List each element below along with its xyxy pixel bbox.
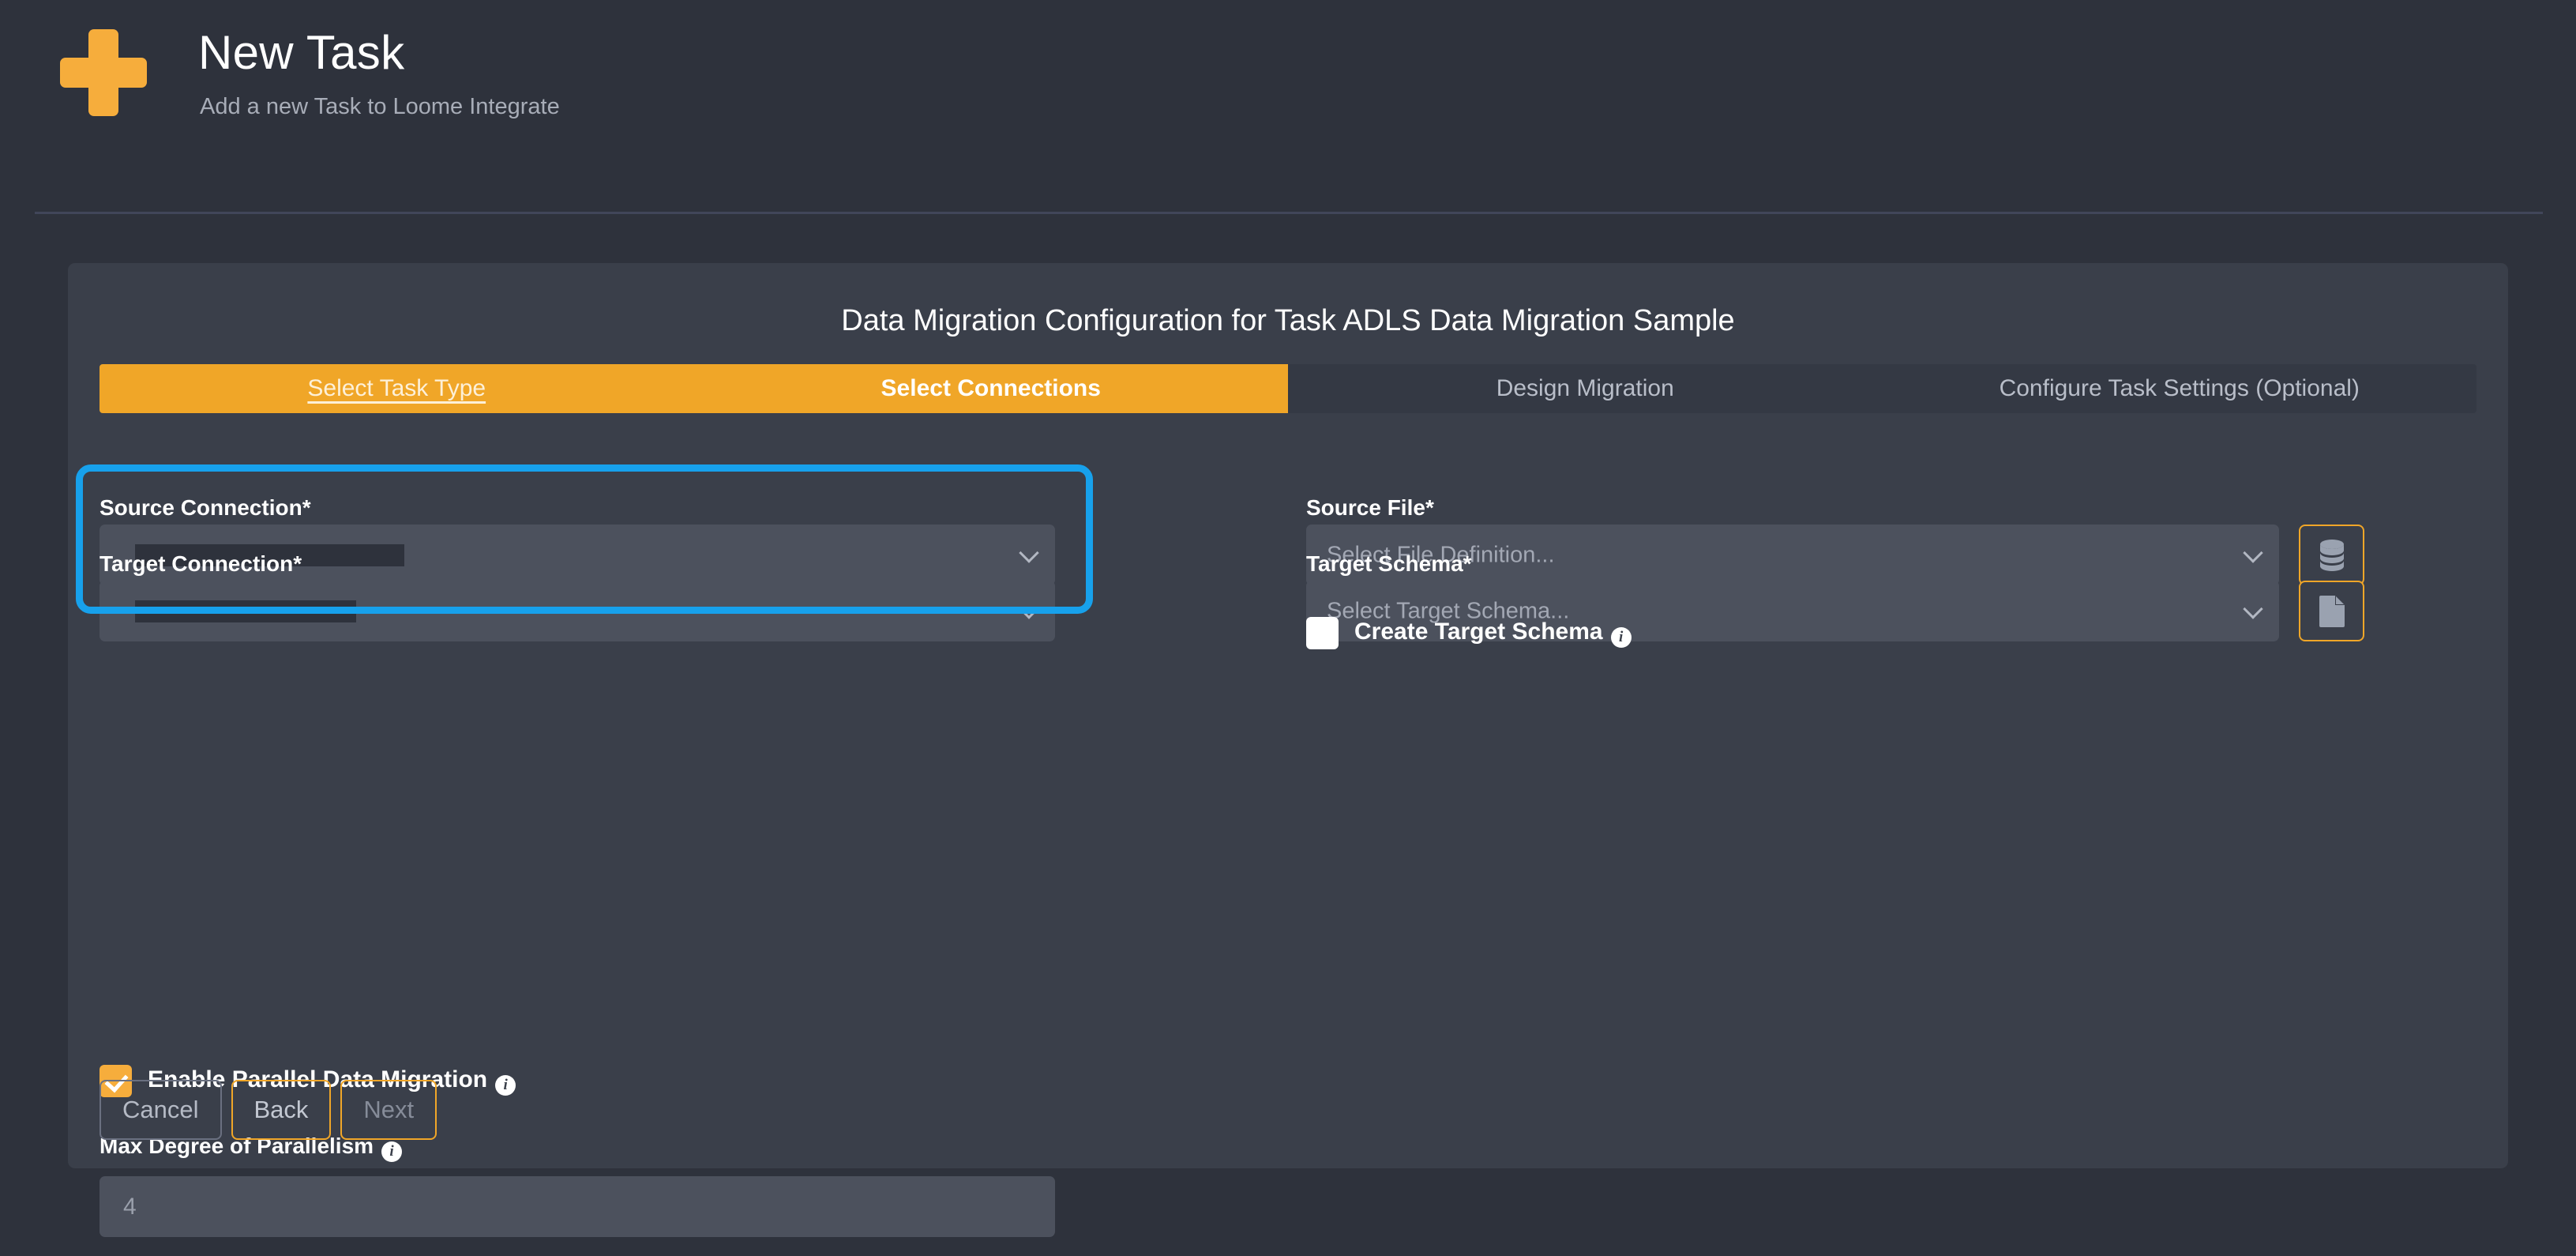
tab-select-task-type-label: Select Task Type [307, 375, 486, 401]
target-schema-browse-button[interactable] [2299, 581, 2364, 641]
tab-configure-task-settings-label: Configure Task Settings (Optional) [1999, 375, 2360, 401]
tab-design-migration[interactable]: Design Migration [1288, 364, 1883, 413]
create-target-schema-text: Create Target Schema [1354, 619, 1603, 645]
tab-select-connections[interactable]: Select Connections [693, 364, 1288, 413]
page-title: New Task [198, 26, 405, 79]
chevron-down-icon [1019, 542, 1039, 563]
source-connection-label: Source Connection* [100, 495, 311, 520]
create-target-schema-row[interactable]: Create Target Schema i [1306, 617, 1632, 649]
tab-configure-task-settings[interactable]: Configure Task Settings (Optional) [1882, 364, 2476, 413]
create-target-schema-checkbox[interactable] [1306, 617, 1339, 649]
info-icon[interactable]: i [495, 1075, 516, 1096]
tab-select-task-type[interactable]: Select Task Type [100, 364, 694, 413]
back-button[interactable]: Back [231, 1080, 332, 1140]
info-icon[interactable]: i [1610, 627, 1632, 648]
card-title: Data Migration Configuration for Task AD… [841, 304, 1735, 337]
plus-icon [60, 29, 147, 116]
target-connection-select[interactable] [100, 581, 1055, 641]
source-file-browse-button[interactable] [2299, 525, 2364, 585]
step-tabs: Select Task Type Select Connections Desi… [100, 364, 2476, 413]
chevron-down-icon [2243, 598, 2263, 619]
database-icon [2319, 539, 2344, 571]
target-connection-label: Target Connection* [100, 551, 302, 576]
chevron-down-icon [2243, 542, 2263, 563]
tab-design-migration-label: Design Migration [1496, 375, 1674, 401]
target-schema-label: Target Schema* [1306, 551, 1472, 576]
create-target-schema-label: Create Target Schema i [1354, 619, 1632, 648]
info-icon[interactable]: i [381, 1141, 403, 1162]
chevron-down-icon [1019, 598, 1039, 619]
configuration-card: Data Migration Configuration for Task AD… [68, 263, 2508, 1237]
tab-select-connections-label: Select Connections [881, 375, 1101, 401]
next-button[interactable]: Next [340, 1080, 437, 1140]
cancel-button[interactable]: Cancel [100, 1080, 222, 1140]
target-connection-redacted-value [135, 600, 356, 622]
max-degree-of-parallelism-value: 4 [123, 1193, 137, 1220]
page-subtitle: Add a new Task to Loome Integrate [200, 94, 560, 119]
footer-buttons: Cancel Back Next [100, 1080, 437, 1140]
file-icon [2319, 595, 2345, 627]
page-header: New Task Add a new Task to Loome Integra… [0, 0, 2576, 214]
header-divider [35, 212, 2543, 214]
source-file-label: Source File* [1306, 495, 1434, 520]
max-degree-of-parallelism-input[interactable]: 4 [100, 1176, 1055, 1237]
